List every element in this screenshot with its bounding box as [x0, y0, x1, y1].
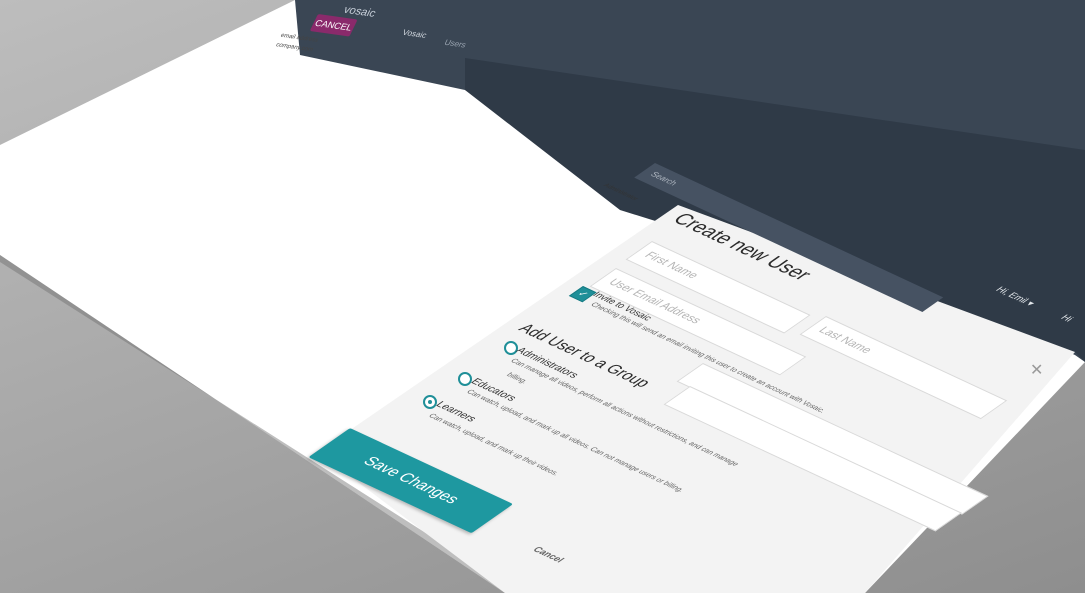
close-icon[interactable]: ✕: [1030, 360, 1043, 380]
